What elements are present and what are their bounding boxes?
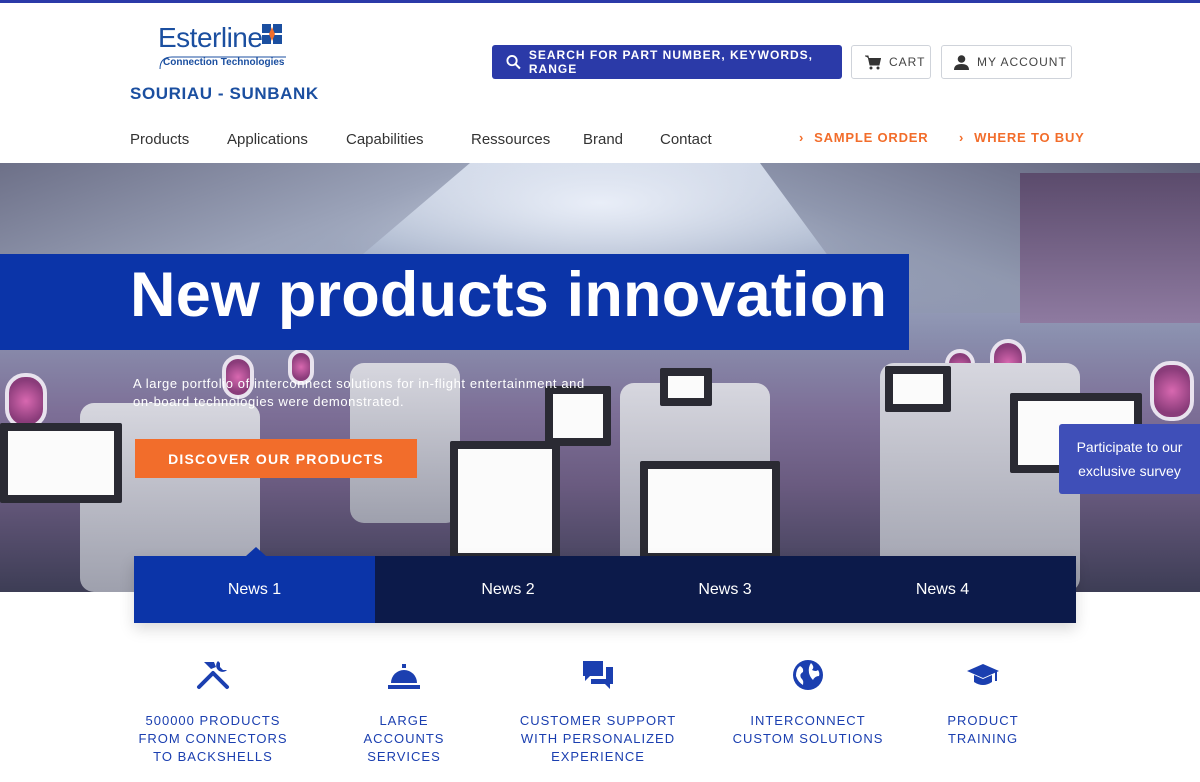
site-logo[interactable]: Esterline Connection Technologies SOURIA… [130,22,320,104]
feature-product-training[interactable]: PRODUCT TRAINING [923,658,1043,748]
nav-item-contact[interactable]: Contact [660,131,712,148]
feature-products[interactable]: 500000 PRODUCTS FROM CONNECTORS TO BACKS… [133,658,293,766]
feature-label: PRODUCT TRAINING [947,713,1019,746]
logo-mark-icon [262,24,282,44]
where-to-buy-label: WHERE TO BUY [974,130,1085,145]
graduation-cap-icon [967,664,999,685]
survey-button[interactable]: Participate to our exclusive survey [1059,424,1200,494]
user-icon [954,54,969,70]
feature-custom-solutions[interactable]: INTERCONNECT CUSTOM SOLUTIONS [728,658,888,748]
hero-image-window [1150,361,1194,421]
news-tab-4[interactable]: News 4 [809,556,1076,623]
service-bell-icon [388,664,420,689]
account-label: MY ACCOUNT [977,55,1067,69]
chevron-right-icon: › [959,130,965,145]
nav-item-ressources[interactable]: Ressources [471,131,550,148]
news-tab-3[interactable]: News 3 [641,556,809,623]
nav-item-brand[interactable]: Brand [583,131,623,148]
chat-icon [583,661,613,689]
account-button[interactable]: MY ACCOUNT [941,45,1072,79]
hero-image-screen [660,368,712,406]
news-tab-1[interactable]: News 1 [134,547,375,623]
feature-label: INTERCONNECT CUSTOM SOLUTIONS [732,713,884,746]
logo-subtitle: Connection Technologies [163,57,285,68]
feature-label: CUSTOMER SUPPORT WITH PERSONALIZED EXPER… [519,713,677,764]
discover-products-button[interactable]: DISCOVER OUR PRODUCTS [135,439,417,478]
search-label: SEARCH FOR PART NUMBER, KEYWORDS, RANGE [528,48,813,76]
nav-item-capabilities[interactable]: Capabilities [346,131,424,148]
feature-label: LARGE ACCOUNTS SERVICES [363,713,445,764]
hero-image-screen [885,366,951,412]
globe-icon [793,660,823,690]
feature-large-accounts[interactable]: LARGE ACCOUNTS SERVICES [344,658,464,766]
hero-title: New products innovation [130,260,888,330]
logo-wordmark: Esterline [158,22,263,53]
nav-item-applications[interactable]: Applications [227,131,308,148]
hero-image-overhead-bin [1020,173,1200,323]
search-icon [506,55,521,70]
tools-icon [197,661,229,689]
hero-image-screen [640,461,780,561]
top-accent-bar [0,0,1200,3]
hero-image-window [5,373,47,429]
hero-image-screen [450,441,560,561]
hero-image-screen [0,423,122,503]
sample-order-label: SAMPLE ORDER [814,130,929,145]
nav-item-products[interactable]: Products [130,131,189,148]
hero-banner: New products innovation A large portfoli… [0,163,1200,592]
sample-order-link[interactable]: › SAMPLE ORDER [799,130,928,145]
hero-description: A large portfolio of interconnect soluti… [133,376,585,409]
brand-name: SOURIAU - SUNBANK [130,84,319,103]
cart-button[interactable]: CART [851,45,931,79]
news-tabs: News 1 News 2 News 3 News 4 [134,547,1076,623]
search-button[interactable]: SEARCH FOR PART NUMBER, KEYWORDS, RANGE [492,45,842,79]
chevron-right-icon: › [799,130,805,145]
cart-label: CART [889,55,926,69]
news-tab-2[interactable]: News 2 [375,556,641,623]
where-to-buy-link[interactable]: › WHERE TO BUY [959,130,1085,145]
cart-icon [865,55,881,69]
feature-label: 500000 PRODUCTS FROM CONNECTORS TO BACKS… [138,713,288,764]
feature-customer-support[interactable]: CUSTOMER SUPPORT WITH PERSONALIZED EXPER… [518,658,678,766]
